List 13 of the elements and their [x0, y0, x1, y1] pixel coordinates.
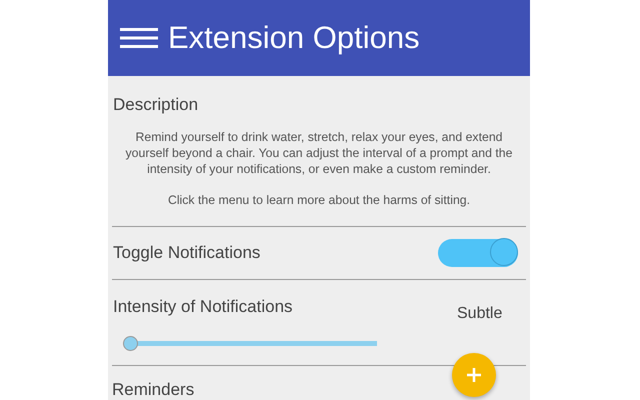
description-text: Remind yourself to drink water, stretch, relax your eyes, and extend yourself beyond a chair. You can adjust the interval of a prompt and the intensity of your notifications, or even make a custom reminder. [124, 129, 514, 177]
section-heading: Description [113, 95, 200, 115]
add-button[interactable] [452, 353, 496, 397]
add-icon [466, 367, 482, 383]
toggle-switch[interactable] [438, 239, 518, 267]
setting-label: Intensity of Notifications [113, 297, 293, 317]
menu-icon[interactable] [120, 27, 158, 49]
page-title: Extension Options [168, 20, 420, 56]
section-heading: Reminders [112, 380, 194, 399]
slider-value: Subtle [457, 305, 502, 323]
slider-thumb[interactable] [123, 336, 138, 351]
description-text: Click the menu to learn more about the harms of sitting. [166, 192, 472, 208]
setting-label: Toggle Notifications [113, 243, 260, 263]
